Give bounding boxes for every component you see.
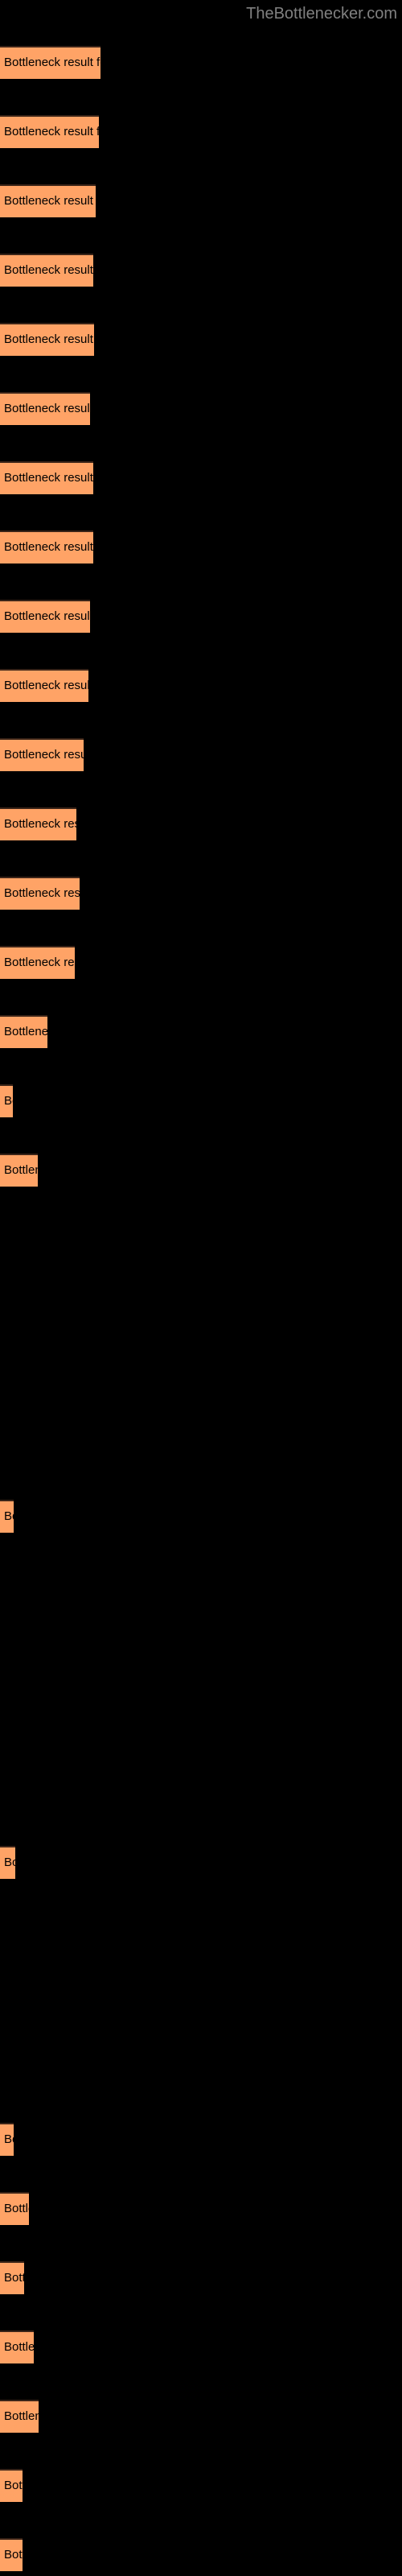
bar-row[interactable]: Bottleneck result (0, 1846, 15, 1879)
bar-label: Bottleneck result (4, 2271, 24, 2285)
bar-label: Bottleneck result (4, 1094, 13, 1108)
bar-label: Bottleneck result for AMD Ryzen 9 3900X … (4, 609, 90, 623)
bar-label-clip: Bottleneck result (0, 2538, 23, 2571)
bar-label: Bottleneck result for Intel Celeron (4, 1025, 47, 1038)
bar-row[interactable]: Bottleneck result for Intel Core i5-1040… (0, 669, 88, 702)
horizontal-bar-chart: Bottleneck result for Intel Core i7-4770… (0, 0, 402, 2576)
bar-label: Bottleneck result (4, 2548, 23, 2562)
bar-row[interactable]: Bottleneck result (0, 2261, 24, 2294)
bar-row[interactable] (0, 1638, 1, 1671)
bar-label-clip: Bottleneck result (0, 1846, 15, 1879)
bar-row[interactable] (0, 1292, 1, 1325)
bar-label-clip: Bottleneck result for Intel Core i7-8700… (0, 530, 93, 564)
bar-row[interactable]: Bottleneck result for Intel Core i9-9900… (0, 738, 84, 771)
bar-row[interactable]: Bottleneck result for Intel Core i7-8700… (0, 530, 93, 564)
bar-label: Bottleneck result for Intel Core i5-1040… (4, 679, 88, 692)
bar-row[interactable] (0, 1777, 1, 1810)
bar-label-clip: Bottleneck result (0, 1500, 14, 1533)
bar-label: Bottleneck result (4, 2340, 34, 2354)
bar-label-clip: Bottleneck result (0, 2469, 23, 2502)
bar-label-clip: Bottleneck result for AMD Ryzen 3 3200G (0, 807, 76, 840)
bar-row[interactable]: Bottleneck result (0, 2330, 34, 2363)
bar-row[interactable] (0, 1569, 1, 1602)
bar-row[interactable]: Bottleneck result (0, 2192, 29, 2225)
bar-row[interactable]: Bottleneck result for AMD Ryzen 3 3200G (0, 807, 76, 840)
bar-label: Bottleneck result for Intel Pentium Gold (4, 886, 80, 900)
bar-label: Bottleneck result for Intel Core i7-8700… (4, 540, 93, 554)
bar-label: Bottleneck result for Intel Core i5-9400… (4, 263, 93, 277)
bar-label-clip: Bottleneck result for Intel Core i5-1040… (0, 669, 88, 702)
bar-label: Bottleneck result for AMD Ryzen 3 3200G (4, 817, 76, 831)
bar-row[interactable]: Bottleneck result for Intel Core i3-1010… (0, 392, 90, 425)
bar-label-clip: Bottleneck result (0, 1084, 13, 1117)
bar-row[interactable]: Bottleneck result for AMD Ryzen 5 3600 a… (0, 184, 96, 217)
bar-label-clip: Bottleneck result (0, 2261, 24, 2294)
bar-label-clip: Bottleneck result for Intel Celeron (0, 1015, 47, 1048)
bar-label-clip: Bottleneck result for Intel Core i9-9900… (0, 738, 84, 771)
bar-label: Bottleneck result for AMD Ryzen 5 3600 a… (4, 194, 96, 208)
bar-label-clip: Bottleneck result for AMD Ryzen 5 3600 a… (0, 184, 96, 217)
bar-label-clip: Bottleneck result for Intel Core i7-4770… (0, 46, 100, 79)
bar-label-clip: Bottleneck result for AMD Ryzen 7 2700X … (0, 323, 94, 356)
bar-label: Bottleneck result (4, 2479, 23, 2492)
bar-row[interactable]: Bottleneck result for AMD (0, 1154, 38, 1187)
bar-label-clip: Bottleneck result (0, 2400, 39, 2433)
bar-row[interactable]: Bottleneck result for AMD Ryzen 7 2700X … (0, 323, 94, 356)
bar-row[interactable]: Bottleneck result for AMD Ryzen 5 2600 a… (0, 461, 93, 494)
bar-label: Bottleneck result for AMD Ryzen 5 2600 a… (4, 471, 93, 485)
bar-label-clip: Bottleneck result for AMD Ryzen 9 3900X … (0, 600, 90, 633)
bar-label: Bottleneck result (4, 2409, 39, 2423)
bar-label-clip: Bottleneck result for Intel Core i5-9400… (0, 254, 93, 287)
bar-row[interactable]: Bottleneck result for AMD Ryzen 9 3900X … (0, 600, 90, 633)
bar-row[interactable] (0, 1361, 1, 1394)
bar-label-clip: Bottleneck result for AMD Athlon 3000G (0, 946, 75, 979)
bar-label-clip: Bottleneck result (0, 2192, 29, 2225)
bar-label: Bottleneck result for AMD Ryzen 7 2700X … (4, 332, 94, 346)
bar-label-clip: Bottleneck result (0, 2330, 34, 2363)
bar-label-clip: Bottleneck result for Intel Core i3-1010… (0, 392, 90, 425)
bar-label: Bottleneck result for AMD Athlon 3000G (4, 956, 75, 969)
bar-row[interactable]: Bottleneck result (0, 2469, 23, 2502)
bar-label: Bottleneck result for AMD (4, 1163, 38, 1177)
bar-row[interactable]: Bottleneck result for Intel Core i5-9400… (0, 254, 93, 287)
bar-row[interactable]: Bottleneck result (0, 1084, 13, 1117)
bar-row[interactable]: Bottleneck result (0, 2400, 39, 2433)
bar-label: Bottleneck result (4, 1509, 14, 1523)
bar-label: Bottleneck result (4, 2202, 29, 2215)
bar-row[interactable] (0, 1430, 1, 1463)
bar-label-clip: Bottleneck result for Intel Core i5-4590… (0, 115, 99, 148)
bar-row[interactable]: Bottleneck result (0, 2123, 14, 2156)
bar-label: Bottleneck result for Intel Core i5-4590… (4, 125, 99, 138)
bar-row[interactable]: Bottleneck result (0, 1500, 14, 1533)
bar-row[interactable]: Bottleneck result for Intel Core i7-4770… (0, 46, 100, 79)
bar-row[interactable] (0, 1984, 1, 2017)
bar-row[interactable]: Bottleneck result for AMD Athlon 3000G (0, 946, 75, 979)
bar-row[interactable]: Bottleneck result for Intel Core i5-4590… (0, 115, 99, 148)
bar-row[interactable] (0, 2054, 1, 2087)
bar-label: Bottleneck result (4, 2132, 14, 2146)
bar-label-clip: Bottleneck result (0, 2123, 14, 2156)
bar-row[interactable] (0, 1915, 1, 1948)
bar-label: Bottleneck result for Intel Core i3-1010… (4, 402, 90, 415)
bar-label-clip: Bottleneck result for AMD Ryzen 5 2600 a… (0, 461, 93, 494)
bar-label: Bottleneck result (4, 1856, 15, 1869)
bar-label: Bottleneck result for Intel Core i7-4770… (4, 56, 100, 69)
bar-label: Bottleneck result for Intel Core i9-9900… (4, 748, 84, 762)
bar-row[interactable]: Bottleneck result for Intel Celeron (0, 1015, 47, 1048)
bar-row[interactable] (0, 1707, 1, 1740)
bar-row[interactable] (0, 1223, 1, 1256)
bar-label-clip: Bottleneck result for Intel Pentium Gold (0, 877, 80, 910)
bar-label-clip: Bottleneck result for AMD (0, 1154, 38, 1187)
bar-row[interactable]: Bottleneck result for Intel Pentium Gold (0, 877, 80, 910)
bar-row[interactable]: Bottleneck result (0, 2538, 23, 2571)
